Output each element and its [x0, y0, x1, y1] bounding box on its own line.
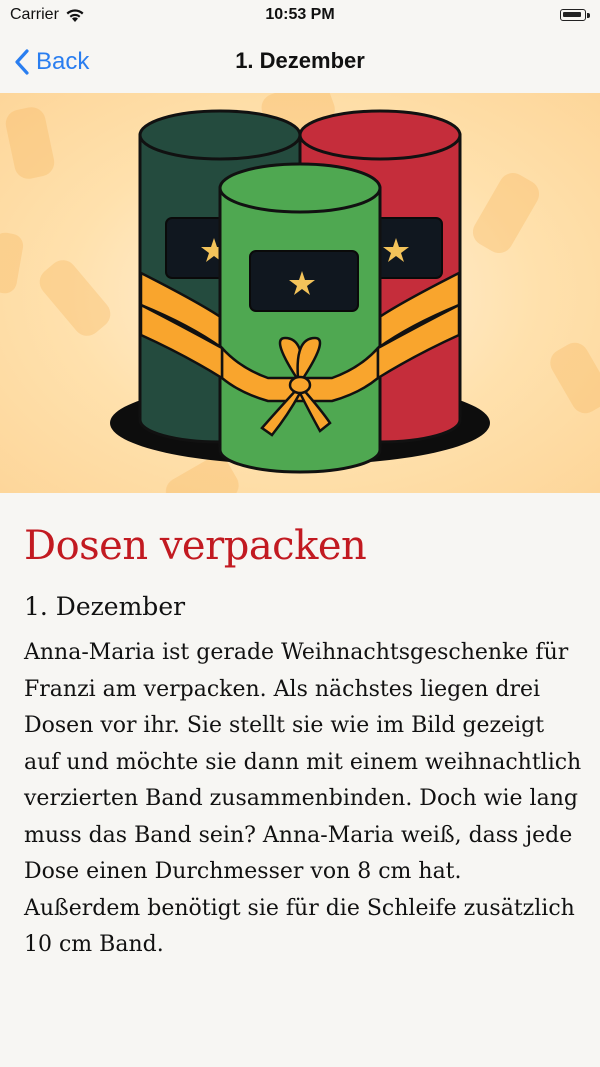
article-content: Dosen verpacken 1. Dezember Anna-Maria i…: [24, 515, 584, 964]
gift-tins-illustration: [0, 93, 600, 493]
status-bar: Carrier 10:53 PM: [0, 0, 600, 34]
article-body: Anna-Maria ist gerade Weihnachtsgeschenk…: [24, 640, 582, 957]
article-date: 1. Dezember: [24, 592, 186, 621]
status-time: 10:53 PM: [265, 6, 335, 23]
nav-title: 1. Dezember: [235, 48, 365, 73]
navigation-bar: Back 1. Dezember: [0, 34, 600, 90]
hero-illustration: [0, 93, 600, 493]
article-title: Dosen verpacken: [24, 523, 367, 569]
battery-icon: [560, 9, 590, 21]
